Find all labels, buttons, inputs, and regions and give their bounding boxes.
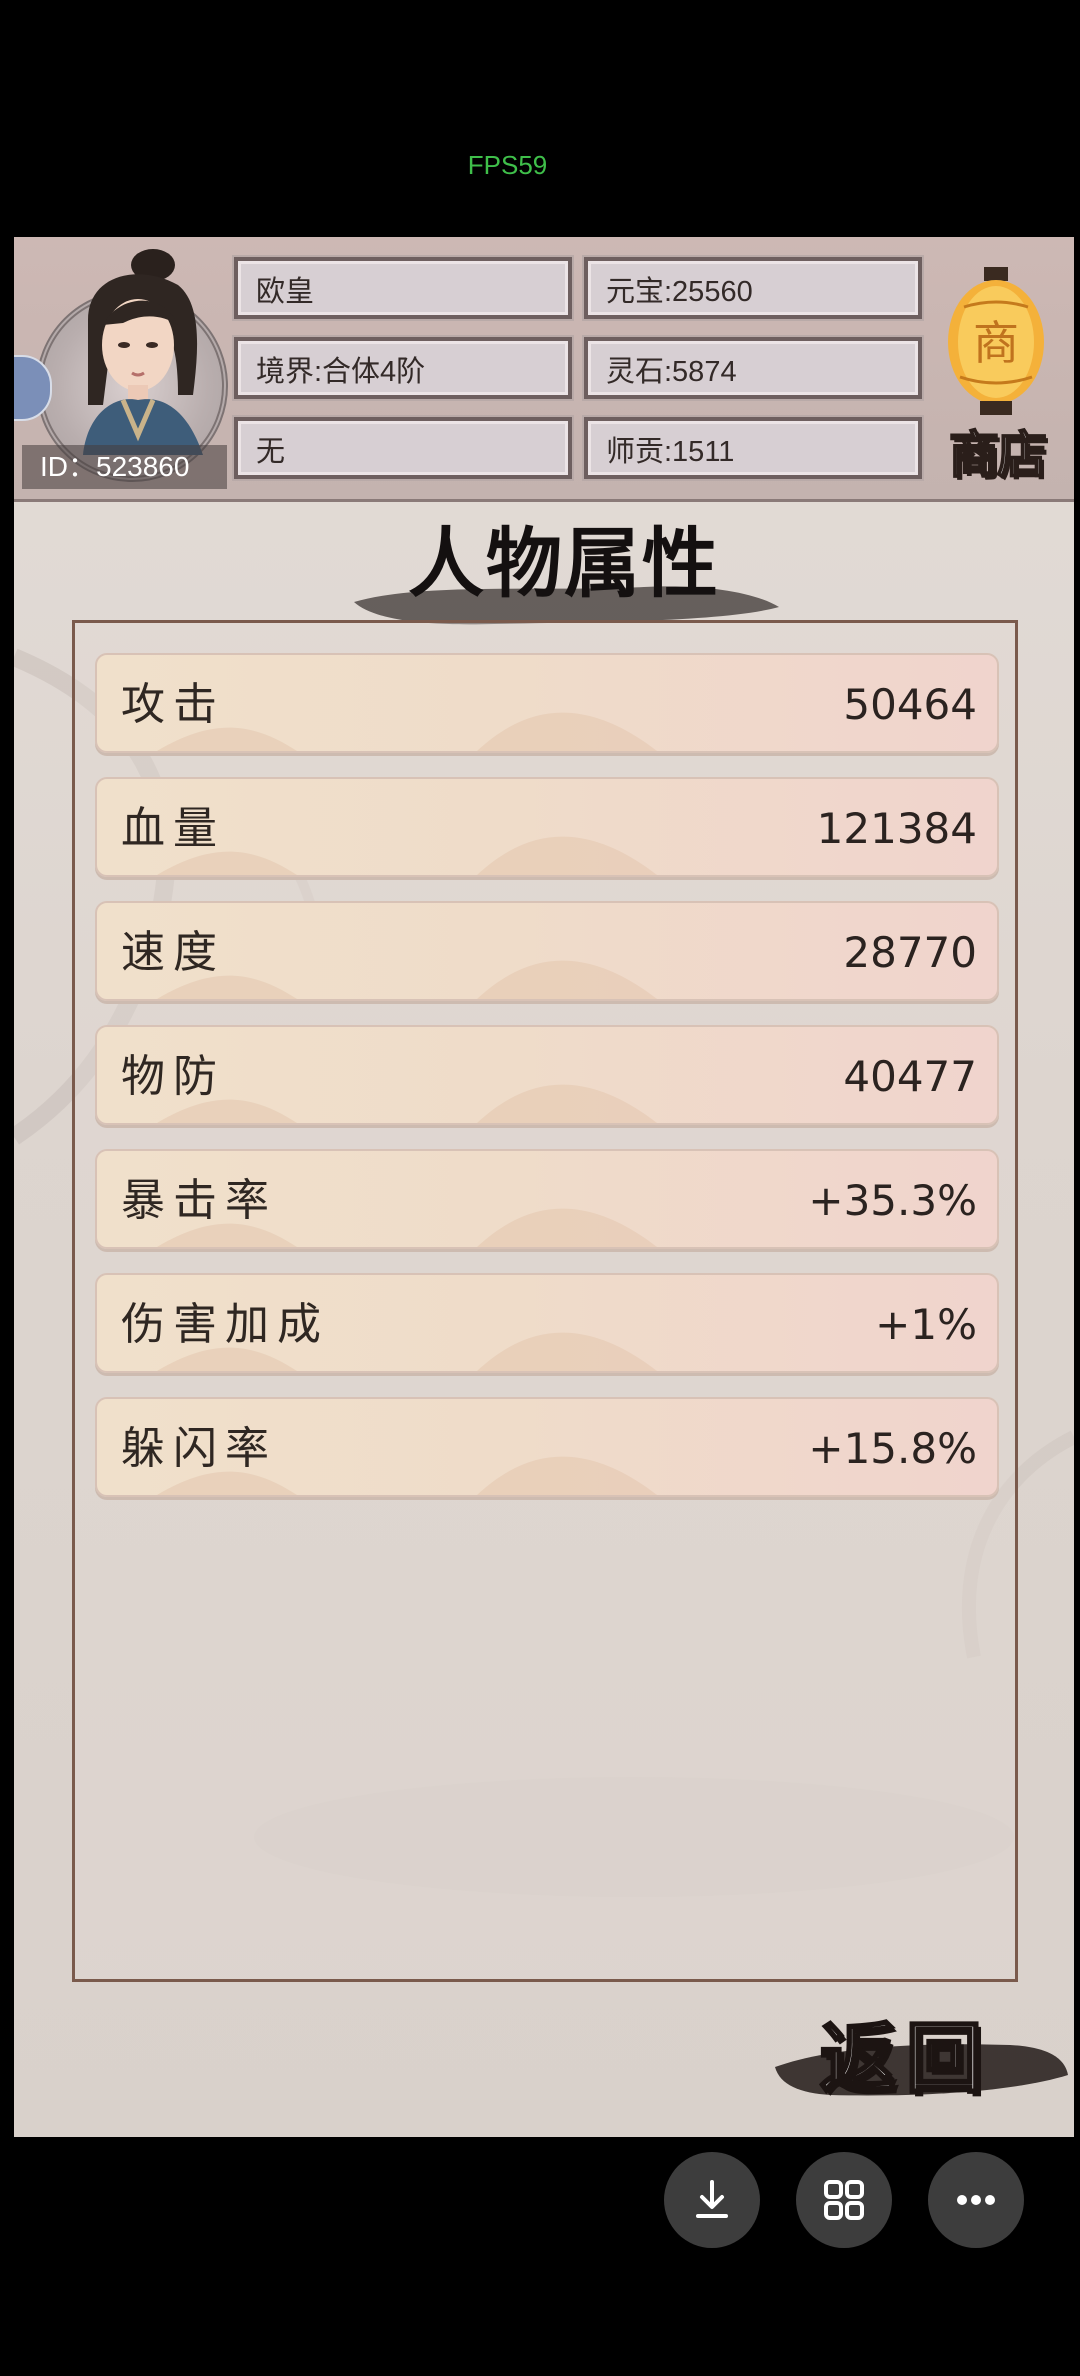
shop-label: 商店	[948, 424, 1048, 485]
character-portrait	[83, 249, 203, 455]
stat-label: 血量	[121, 803, 225, 854]
player-realm-field: 境界:合体4阶	[232, 335, 574, 401]
stat-value: 50464	[843, 680, 977, 729]
player-id-label: ID：523860	[22, 445, 227, 489]
stat-row-hp: 血量 121384	[95, 777, 999, 877]
stat-row-attack: 攻击 50464	[95, 653, 999, 753]
player-header: ID：523860 欧皇 境界:合体4阶 无 元宝:25560 灵石:5874 …	[14, 237, 1074, 502]
stat-value: +35.3%	[808, 1176, 977, 1225]
stat-value: +1%	[875, 1300, 977, 1349]
stat-label: 躲闪率	[121, 1423, 277, 1474]
stat-value: 28770	[843, 928, 977, 977]
grid-icon	[824, 2180, 864, 2220]
lingshi-currency-field: 灵石:5874	[582, 335, 924, 401]
stat-label: 速度	[121, 927, 225, 978]
stat-label: 攻击	[121, 679, 225, 730]
game-screen: ID：523860 欧皇 境界:合体4阶 无 元宝:25560 灵石:5874 …	[14, 237, 1074, 2137]
player-title-field: 无	[232, 415, 574, 481]
stat-value: 121384	[816, 804, 977, 853]
download-button[interactable]	[664, 2152, 760, 2248]
stat-row-damage-bonus: 伤害加成 +1%	[95, 1273, 999, 1373]
lantern-char: 商	[973, 316, 1019, 370]
player-name-field[interactable]: 欧皇	[232, 255, 574, 321]
lantern-icon: 商	[948, 267, 1044, 415]
shigong-currency-field: 师贡:1511	[582, 415, 924, 481]
back-label: 返回	[819, 2013, 992, 2105]
stat-row-speed: 速度 28770	[95, 901, 999, 1001]
page-title: 人物属性	[408, 519, 720, 608]
stat-label: 暴击率	[121, 1175, 277, 1226]
stat-label: 物防	[121, 1051, 225, 1102]
fps-counter: FPS59	[467, 150, 548, 180]
stats-panel: 攻击 50464 血量 121384 速度 28770 物防 40477 暴击率…	[72, 620, 1018, 1982]
stat-row-dodge-rate: 躲闪率 +15.8%	[95, 1397, 999, 1497]
stat-row-crit-rate: 暴击率 +35.3%	[95, 1149, 999, 1249]
avatar[interactable]: ID：523860	[14, 245, 228, 495]
more-icon	[957, 2195, 995, 2205]
stat-label: 伤害加成	[121, 1299, 329, 1350]
more-options-button[interactable]	[928, 2152, 1024, 2248]
stat-row-defense: 物防 40477	[95, 1025, 999, 1125]
shop-button[interactable]: 商 商店	[932, 257, 1062, 485]
grid-menu-button[interactable]	[796, 2152, 892, 2248]
stat-value: +15.8%	[808, 1424, 977, 1473]
back-button[interactable]: 返回	[770, 1997, 1070, 2117]
yuanbao-currency-field: 元宝:25560	[582, 255, 924, 321]
stat-value: 40477	[843, 1052, 977, 1101]
page-title-banner: 人物属性	[344, 502, 784, 632]
download-icon	[696, 2180, 728, 2218]
